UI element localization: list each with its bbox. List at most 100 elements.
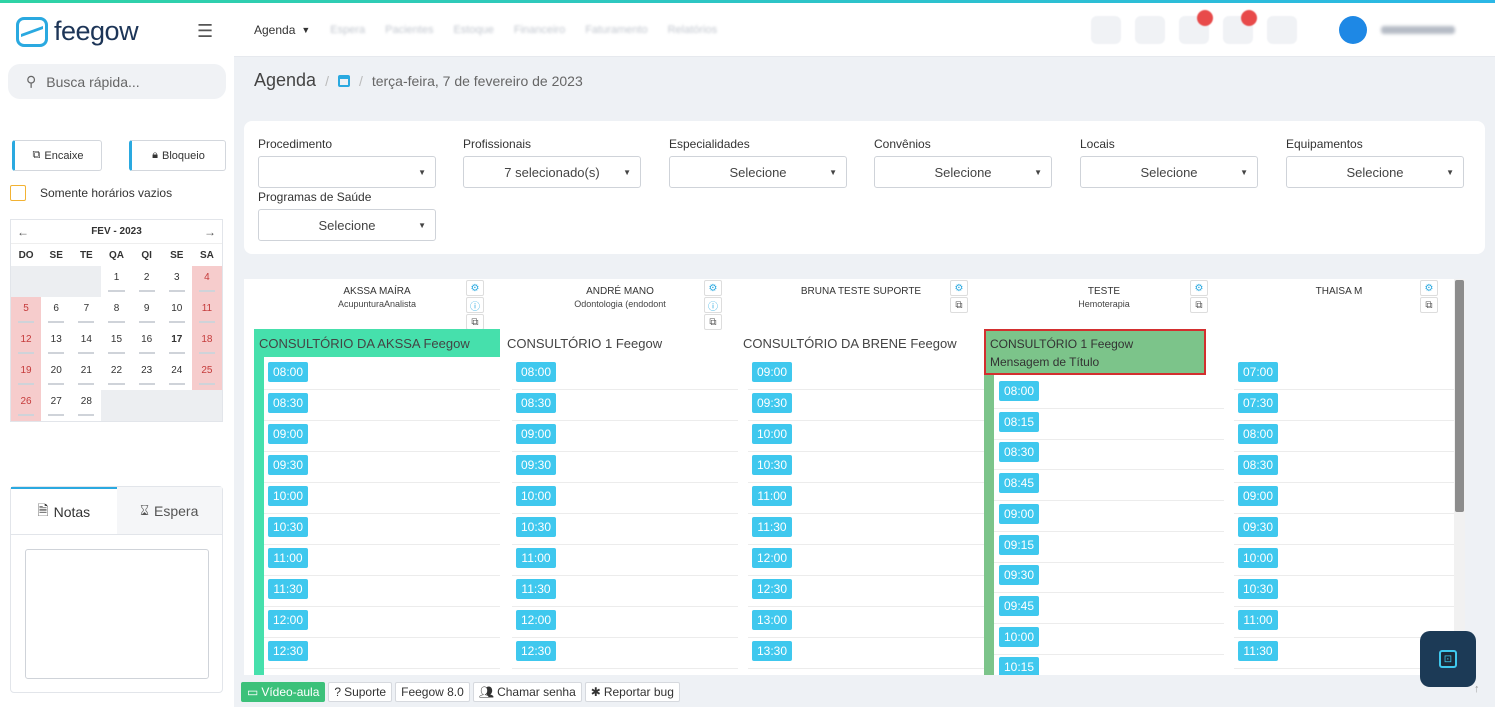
especialidades-select[interactable]: Selecione ▼ (669, 156, 847, 188)
notes-textarea[interactable] (25, 549, 209, 679)
time-slot[interactable]: 07:30 (1238, 393, 1278, 413)
time-slot[interactable]: 11:00 (268, 548, 308, 568)
time-slot[interactable]: 11:00 (516, 548, 556, 568)
nav-item-blurred[interactable]: Faturamento (585, 24, 647, 36)
calendar-day[interactable]: 13 (41, 328, 71, 359)
time-slot[interactable]: 08:00 (1238, 424, 1278, 444)
time-slot[interactable]: 08:45 (999, 473, 1039, 494)
time-slot[interactable]: 09:30 (1238, 517, 1278, 537)
nav-tool-button[interactable] (1135, 16, 1165, 44)
only-empty-toggle[interactable]: Somente horários vazios (10, 185, 172, 201)
time-slot[interactable]: 09:00 (1238, 486, 1278, 506)
convenios-select[interactable]: Selecione ▼ (874, 156, 1052, 188)
nav-item-blurred[interactable]: Financeiro (514, 24, 565, 36)
time-slot[interactable]: 10:00 (268, 486, 308, 506)
calendar-day[interactable]: 3 (162, 266, 192, 297)
equipamentos-select[interactable]: Selecione ▼ (1286, 156, 1464, 188)
nav-item-blurred[interactable]: Pacientes (385, 24, 433, 36)
profissionais-select[interactable]: 7 selecionado(s) ▼ (463, 156, 641, 188)
time-slot[interactable]: 10:00 (516, 486, 556, 506)
info-icon[interactable]: ⓘ (704, 297, 722, 313)
time-slot[interactable]: 10:00 (1238, 548, 1278, 568)
time-slot[interactable]: 11:00 (752, 486, 792, 506)
calendar-day[interactable]: 5 (11, 297, 42, 328)
time-slot[interactable]: 09:30 (516, 455, 556, 475)
time-slot[interactable]: 08:00 (999, 381, 1039, 401)
time-slot[interactable]: 09:00 (516, 424, 556, 444)
nav-notification-button[interactable] (1179, 10, 1213, 44)
nav-tool-button[interactable] (1267, 16, 1297, 44)
time-slot[interactable]: 13:30 (752, 641, 792, 661)
time-slot[interactable]: 12:00 (268, 610, 308, 630)
calendar-day[interactable]: 26 (11, 390, 42, 421)
time-slot[interactable]: 11:30 (752, 517, 792, 537)
scrollbar-thumb[interactable] (1455, 280, 1464, 512)
nav-tool-button[interactable] (1091, 16, 1121, 44)
encaixe-button[interactable]: ⧉ Encaixe (12, 140, 102, 171)
settings-icon[interactable]: ⚙ (950, 280, 968, 296)
settings-icon[interactable]: ⚙ (704, 280, 722, 296)
time-slot[interactable]: 08:30 (268, 393, 308, 413)
quick-search[interactable]: ⚲ Busca rápida... (8, 64, 226, 99)
professional-name[interactable]: TESTE (984, 286, 1224, 297)
calendar-day[interactable]: 24 (162, 359, 192, 390)
settings-icon[interactable]: ⚙ (466, 280, 484, 296)
logo[interactable]: feegow (16, 16, 139, 47)
calendar-day[interactable]: 7 (71, 297, 101, 328)
suporte-button[interactable]: ? Suporte (328, 681, 393, 702)
settings-icon[interactable]: ⚙ (1190, 280, 1208, 296)
time-slot[interactable]: 11:00 (1238, 610, 1278, 630)
time-slot[interactable]: 11:30 (268, 579, 308, 599)
back-to-top-icon[interactable]: ↑ (1474, 683, 1490, 701)
only-empty-checkbox[interactable] (10, 185, 26, 201)
time-slot[interactable]: 08:00 (516, 362, 556, 382)
procedimento-select[interactable]: ▼ (258, 156, 436, 188)
nav-item-blurred[interactable]: Espera (330, 24, 365, 36)
time-slot[interactable]: 11:30 (516, 579, 556, 599)
calendar-day[interactable]: 28 (71, 390, 101, 421)
local-header[interactable]: CONSULTÓRIO DA BRENE Feegow (738, 329, 974, 357)
time-slot[interactable]: 09:30 (268, 455, 308, 475)
tab-espera[interactable]: ⌛︎ Espera (116, 487, 222, 534)
time-slot[interactable]: 10:30 (516, 517, 556, 537)
time-slot[interactable]: 09:00 (268, 424, 308, 444)
calendar-day[interactable]: 15 (101, 328, 131, 359)
video-aula-button[interactable]: ▭ Vídeo-aula (241, 681, 326, 702)
local-header[interactable]: CONSULTÓRIO DA AKSSA Feegow (254, 329, 500, 357)
calendar-day[interactable]: 11 (191, 297, 222, 328)
time-slot[interactable]: 12:00 (516, 610, 556, 630)
bloqueio-button[interactable]: 🔒︎ Bloqueio (129, 140, 226, 171)
time-slot[interactable]: 09:45 (999, 595, 1039, 616)
time-slot[interactable]: 12:30 (752, 579, 792, 599)
time-slot[interactable]: 08:30 (516, 393, 556, 413)
local-header[interactable]: CONSULTÓRIO 1 Feegow (502, 329, 728, 357)
chat-fab-button[interactable]: ⊡ (1420, 631, 1476, 687)
time-slot[interactable]: 07:00 (1238, 362, 1278, 382)
hamburger-menu-icon[interactable]: ☰ (197, 21, 213, 42)
time-slot[interactable]: 12:00 (752, 548, 792, 568)
time-slot[interactable]: 09:15 (999, 534, 1039, 555)
calendar-day[interactable]: 8 (101, 297, 131, 328)
tab-notas[interactable]: 🗎 Notas (11, 487, 117, 534)
calendar-day[interactable]: 4 (191, 266, 222, 297)
external-link-icon[interactable]: ⧉ (466, 314, 484, 330)
time-slot[interactable]: 09:00 (752, 362, 792, 382)
calendar-day[interactable]: 20 (41, 359, 71, 390)
time-slot[interactable]: 09:30 (752, 393, 792, 413)
calendar-day[interactable]: 22 (101, 359, 131, 390)
calendar-day[interactable]: 27 (41, 390, 71, 421)
professional-name[interactable]: AKSSA MAÍRA (254, 286, 500, 297)
calendar-day[interactable]: 17 (162, 328, 192, 359)
locais-select[interactable]: Selecione ▼ (1080, 156, 1258, 188)
time-slot[interactable]: 09:30 (999, 565, 1039, 586)
time-slot[interactable]: 10:15 (999, 657, 1039, 675)
external-link-icon[interactable]: ⧉ (1420, 297, 1438, 313)
prev-month-icon[interactable]: ← (17, 225, 29, 239)
nav-notification-button[interactable] (1223, 10, 1257, 44)
external-link-icon[interactable]: ⧉ (950, 297, 968, 313)
nav-item-blurred[interactable]: Estoque (453, 24, 493, 36)
calendar-day[interactable]: 25 (191, 359, 222, 390)
time-slot[interactable]: 10:30 (752, 455, 792, 475)
calendar-day[interactable]: 21 (71, 359, 101, 390)
time-slot[interactable]: 11:30 (1238, 641, 1278, 661)
